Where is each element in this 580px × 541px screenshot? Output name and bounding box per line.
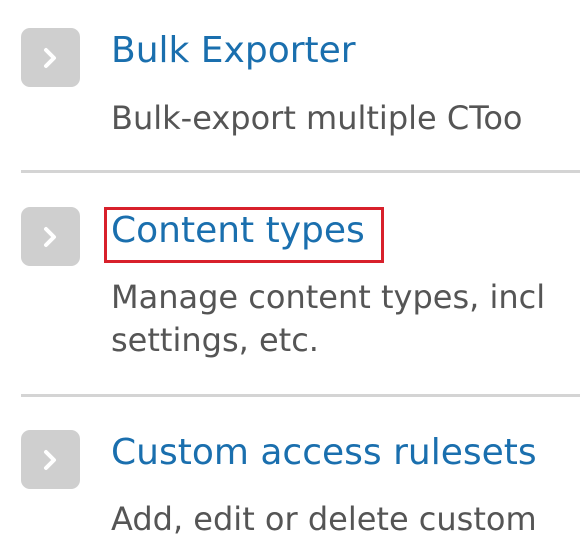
admin-list: Bulk Exporter Bulk-export multiple CToo … bbox=[0, 0, 580, 541]
divider bbox=[21, 394, 580, 397]
content-types-description-line-2: settings, etc. bbox=[111, 321, 319, 359]
chevron-right-icon[interactable] bbox=[21, 430, 80, 489]
custom-access-rulesets-description: Add, edit or delete custom bbox=[111, 500, 537, 538]
content-types-description-line-1: Manage content types, incl bbox=[111, 278, 546, 316]
chevron-right-icon[interactable] bbox=[21, 28, 80, 87]
bulk-exporter-description: Bulk-export multiple CToo bbox=[111, 99, 523, 137]
divider bbox=[21, 170, 580, 173]
content-types-link[interactable]: Content types bbox=[111, 210, 365, 252]
chevron-right-icon[interactable] bbox=[21, 207, 80, 266]
bulk-exporter-link[interactable]: Bulk Exporter bbox=[111, 30, 356, 72]
custom-access-rulesets-link[interactable]: Custom access rulesets bbox=[111, 432, 537, 474]
